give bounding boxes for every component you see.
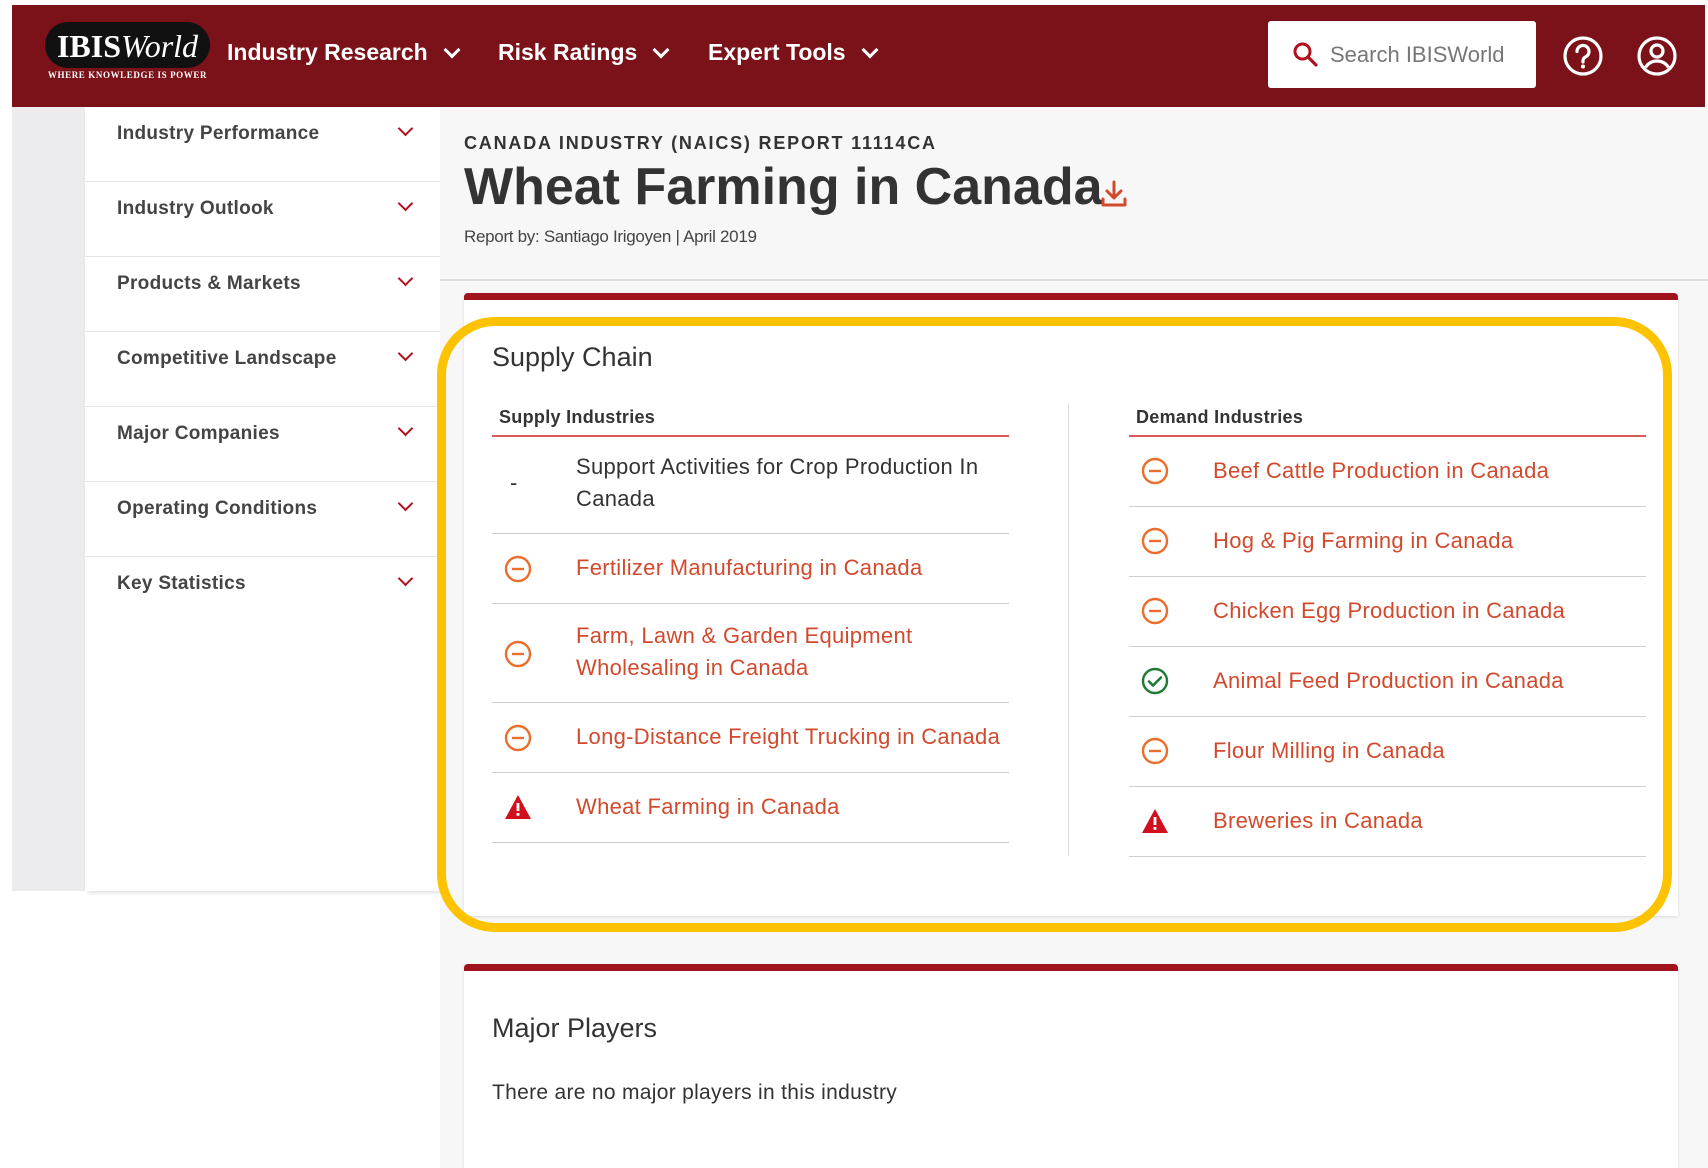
sidebar-item-label: Products & Markets <box>117 273 301 294</box>
sidebar-item-label: Industry Outlook <box>117 198 274 219</box>
neutral-minus-icon <box>1141 457 1169 485</box>
demand-industry-link[interactable]: Breweries in Canada <box>1213 805 1423 837</box>
sidebar-item-operating-conditions[interactable]: Operating Conditions <box>85 482 440 557</box>
demand-industry-link[interactable]: Hog & Pig Farming in Canada <box>1213 525 1513 557</box>
sidebar-gutter <box>12 107 85 891</box>
chevron-down-icon <box>397 570 414 587</box>
sidebar-item-label: Competitive Landscape <box>117 348 337 369</box>
report-code: CANADA INDUSTRY (NAICS) REPORT 11114CA <box>464 133 937 153</box>
chevron-down-icon <box>397 345 414 362</box>
ibisworld-logo[interactable]: IBISWorld Where Knowledge is Power <box>45 22 210 85</box>
sidebar-item-major-companies[interactable]: Major Companies <box>85 407 440 482</box>
top-nav-bar: IBISWorld Where Knowledge is Power Indus… <box>12 5 1705 107</box>
demand-row-animal-feed: Animal Feed Production in Canada <box>1129 647 1646 717</box>
supply-row-wheat-farming: Wheat Farming in Canada <box>492 773 1009 843</box>
nav-risk-ratings[interactable]: Risk Ratings <box>498 39 670 66</box>
nav-industry-research[interactable]: Industry Research <box>227 39 461 66</box>
neutral-minus-icon <box>1141 737 1169 765</box>
supply-row-freight-trucking: Long-Distance Freight Trucking in Canada <box>492 703 1009 773</box>
logo-wordmark: IBISWorld <box>45 28 210 65</box>
supply-industry-line: Farm, Lawn & Garden Equipment <box>576 623 913 648</box>
chevron-down-icon <box>397 420 414 437</box>
demand-industry-link[interactable]: Animal Feed Production in Canada <box>1213 665 1564 697</box>
download-icon[interactable] <box>1098 178 1130 210</box>
supply-industry-line: Wholesaling in Canada <box>576 655 809 680</box>
chevron-down-icon <box>652 41 670 58</box>
no-rating-dash: - <box>510 470 518 495</box>
logo-brand-bold: IBIS <box>56 28 121 64</box>
search-input[interactable] <box>1330 33 1530 77</box>
neutral-minus-icon <box>504 555 532 583</box>
chevron-down-icon <box>397 495 414 512</box>
neutral-minus-icon <box>504 640 532 668</box>
header-divider <box>440 279 1708 281</box>
neutral-minus-icon <box>1141 597 1169 625</box>
sidebar-item-competitive-landscape[interactable]: Competitive Landscape <box>85 332 440 407</box>
neutral-minus-icon <box>1141 527 1169 555</box>
page-title: Wheat Farming in Canada <box>464 158 1103 216</box>
supply-industry-line: Canada <box>576 486 655 511</box>
report-sections-sidebar: Industry Performance Industry Outlook Pr… <box>85 107 440 891</box>
chevron-down-icon <box>397 120 414 137</box>
logo-brand-italic: World <box>120 28 199 64</box>
supply-industry-link[interactable]: Wheat Farming in Canada <box>576 791 840 823</box>
demand-industry-link[interactable]: Beef Cattle Production in Canada <box>1213 455 1549 487</box>
nav-expert-tools[interactable]: Expert Tools <box>708 39 879 66</box>
chevron-down-icon <box>861 41 879 58</box>
supply-row-support-activities: - Support Activities for Crop Production… <box>492 437 1009 534</box>
logo-tagline: Where Knowledge is Power <box>47 70 208 80</box>
warning-triangle-icon <box>505 795 531 819</box>
nav-expert-tools-label: Expert Tools <box>708 39 846 65</box>
sidebar-item-label: Operating Conditions <box>117 498 318 519</box>
sidebar-item-products-markets[interactable]: Products & Markets <box>85 257 440 332</box>
chevron-down-icon <box>397 270 414 287</box>
search-icon <box>1293 42 1318 67</box>
demand-industries-heading: Demand Industries <box>1136 407 1304 427</box>
sidebar-item-label: Key Statistics <box>117 573 246 594</box>
report-byline: Report by: Santiago Irigoyen | April 201… <box>464 227 757 246</box>
supply-chain-title: Supply Chain <box>492 342 653 372</box>
warning-triangle-icon <box>1142 809 1168 833</box>
demand-row-hog-pig: Hog & Pig Farming in Canada <box>1129 507 1646 577</box>
major-players-card: Major Players There are no major players… <box>464 964 1678 1168</box>
sidebar-item-industry-outlook[interactable]: Industry Outlook <box>85 182 440 257</box>
help-icon[interactable] <box>1562 35 1604 77</box>
search-box[interactable] <box>1268 21 1536 88</box>
supply-industry-name: Support Activities for Crop Production I… <box>576 451 978 515</box>
sidebar-item-label: Industry Performance <box>117 123 320 144</box>
supply-industries-heading: Supply Industries <box>499 407 656 427</box>
demand-industry-link[interactable]: Flour Milling in Canada <box>1213 735 1445 767</box>
demand-row-breweries: Breweries in Canada <box>1129 787 1646 857</box>
supply-row-fertilizer: Fertilizer Manufacturing in Canada <box>492 534 1009 604</box>
neutral-minus-icon <box>504 724 532 752</box>
demand-row-flour-milling: Flour Milling in Canada <box>1129 717 1646 787</box>
demand-row-beef-cattle: Beef Cattle Production in Canada <box>1129 437 1646 507</box>
chevron-down-icon <box>397 195 414 212</box>
demand-industry-link[interactable]: Chicken Egg Production in Canada <box>1213 595 1565 627</box>
supply-industry-link[interactable]: Long-Distance Freight Trucking in Canada <box>576 721 1000 753</box>
major-players-empty-text: There are no major players in this indus… <box>492 1081 898 1104</box>
chevron-down-icon <box>443 41 461 58</box>
account-icon[interactable] <box>1636 35 1678 77</box>
supply-row-farm-equipment: Farm, Lawn & Garden Equipment Wholesalin… <box>492 604 1009 703</box>
sidebar-item-key-statistics[interactable]: Key Statistics <box>85 557 440 632</box>
sidebar-item-industry-performance[interactable]: Industry Performance <box>85 107 440 182</box>
nav-industry-research-label: Industry Research <box>227 39 428 65</box>
supply-industry-link[interactable]: Farm, Lawn & Garden Equipment Wholesalin… <box>576 620 912 684</box>
demand-row-chicken-egg: Chicken Egg Production in Canada <box>1129 577 1646 647</box>
nav-risk-ratings-label: Risk Ratings <box>498 39 638 65</box>
positive-check-icon <box>1141 667 1169 695</box>
sidebar-item-label: Major Companies <box>117 423 280 444</box>
column-divider <box>1068 403 1069 856</box>
supply-industry-link[interactable]: Fertilizer Manufacturing in Canada <box>576 552 922 584</box>
supply-industry-line: Support Activities for Crop Production I… <box>576 454 979 479</box>
major-players-title: Major Players <box>492 1013 658 1043</box>
